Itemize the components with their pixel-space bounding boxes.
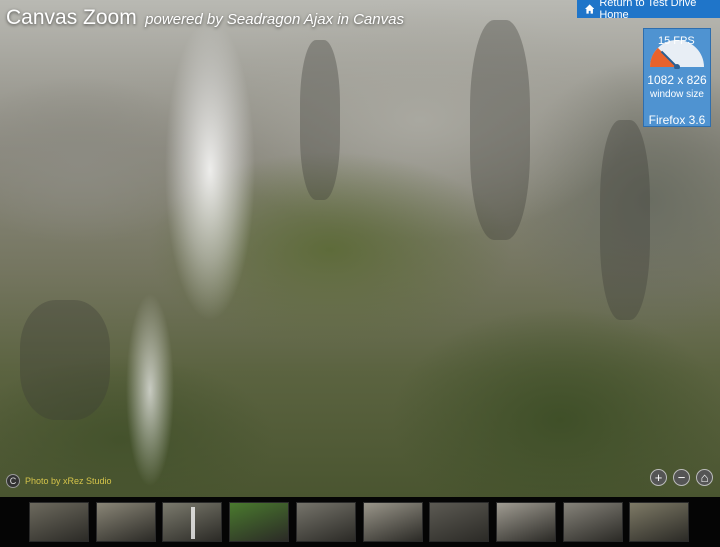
reset-view-button[interactable]: ⌂ [696, 469, 713, 486]
zoom-out-button[interactable]: − [673, 469, 690, 486]
photo-credit-text: Photo by xRez Studio [25, 476, 112, 486]
fps-readout: 15 FPS [658, 35, 695, 47]
thumbnail-filmstrip [0, 497, 720, 547]
window-size-label: window size [650, 89, 704, 100]
studio-logo-icon: C [6, 474, 20, 488]
thumb-cliff-2[interactable] [96, 502, 156, 542]
photo-credit: C Photo by xRez Studio [6, 473, 112, 489]
page-title: Canvas Zoom powered by Seadragon Ajax in… [6, 6, 404, 30]
thumb-rock-face[interactable] [296, 502, 356, 542]
window-size-value: 1082 x 826 [647, 73, 707, 87]
thumb-cliff-1[interactable] [29, 502, 89, 542]
rock-texture [20, 300, 110, 420]
home-icon [585, 4, 595, 14]
thumb-dome[interactable] [429, 502, 489, 542]
zoom-image-viewport[interactable]: Canvas Zoom powered by Seadragon Ajax in… [0, 0, 720, 497]
return-home-button[interactable]: Return to Test Drive Home [577, 0, 720, 21]
rock-texture [600, 120, 650, 320]
thumb-forest-slope[interactable] [629, 502, 689, 542]
rock-texture [300, 40, 340, 200]
thumb-boulder[interactable] [563, 502, 623, 542]
thumb-waterfall[interactable] [162, 502, 222, 542]
rock-texture [470, 20, 530, 240]
thumb-meadow[interactable] [229, 502, 289, 542]
title-main: Canvas Zoom [6, 6, 137, 29]
thumb-granite[interactable] [363, 502, 423, 542]
title-subtitle: powered by Seadragon Ajax in Canvas [145, 11, 404, 28]
browser-version: Firefox 3.6 [648, 113, 706, 127]
return-home-label: Return to Test Drive Home [599, 0, 697, 21]
performance-panel: 15 FPS 1082 x 826 window size Firefox 3.… [643, 28, 711, 127]
zoom-controls: + − ⌂ [650, 469, 713, 486]
thumb-slab[interactable] [496, 502, 556, 542]
zoom-in-button[interactable]: + [650, 469, 667, 486]
